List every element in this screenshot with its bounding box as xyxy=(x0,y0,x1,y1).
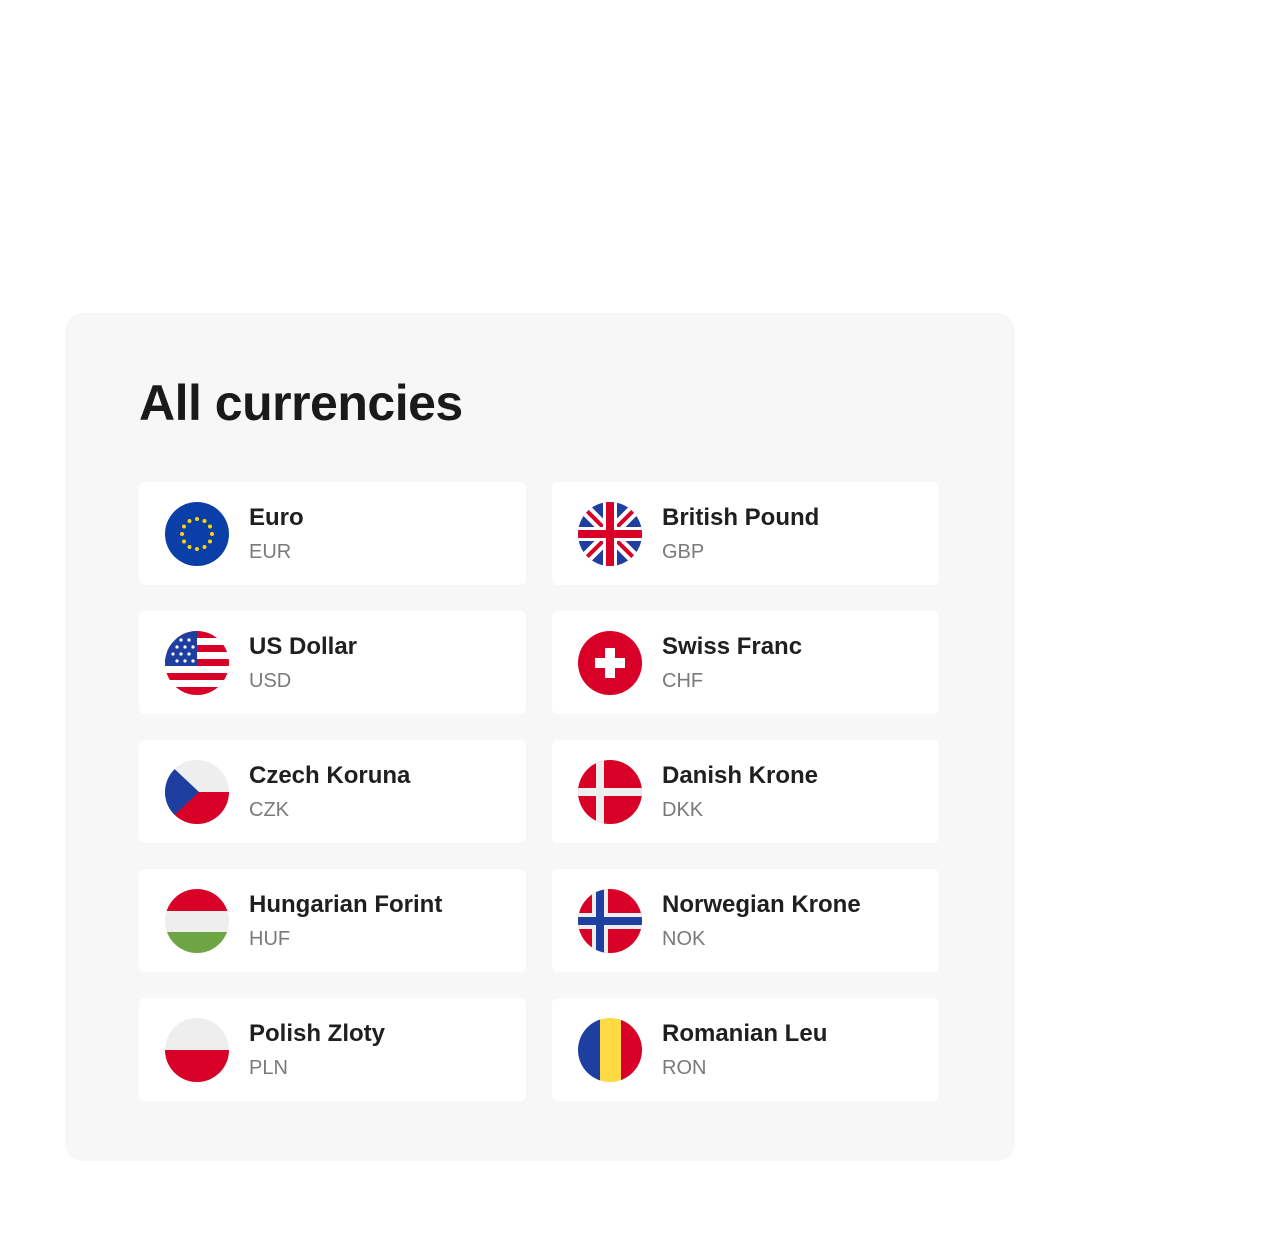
currency-name: Romanian Leu xyxy=(662,1019,828,1047)
currency-card-huf[interactable]: Hungarian Forint HUF xyxy=(139,869,526,972)
swiss-flag-icon xyxy=(578,630,642,695)
currency-card-pln[interactable]: Polish Zloty PLN xyxy=(139,998,526,1101)
currency-name: Swiss Franc xyxy=(662,632,803,660)
currency-card-czk[interactable]: Czech Koruna CZK xyxy=(139,740,526,843)
currency-code: NOK xyxy=(662,927,706,950)
currency-code: USD xyxy=(249,669,292,692)
currency-card-usd[interactable]: US Dollar USD xyxy=(139,611,526,714)
currency-card-eur[interactable]: Euro EUR xyxy=(139,482,526,585)
norwegian-flag-icon xyxy=(578,888,642,953)
currency-name: Euro xyxy=(249,503,304,531)
currency-code: CZK xyxy=(249,798,289,821)
currency-code: CHF xyxy=(662,669,704,692)
currency-card-chf[interactable]: Swiss Franc CHF xyxy=(552,611,939,714)
hungarian-flag-icon xyxy=(165,888,229,953)
romanian-flag-icon xyxy=(578,1017,642,1082)
polish-flag-icon xyxy=(165,1017,229,1082)
currency-code: EUR xyxy=(249,540,292,563)
currency-code: GBP xyxy=(662,540,705,563)
currency-name: Polish Zloty xyxy=(249,1019,386,1047)
currency-code: PLN xyxy=(249,1056,288,1079)
currency-card-ron[interactable]: Romanian Leu RON xyxy=(552,998,939,1101)
czech-flag-icon xyxy=(165,759,229,824)
currency-name: US Dollar xyxy=(249,632,358,660)
currency-card-dkk[interactable]: Danish Krone DKK xyxy=(552,740,939,843)
eu-flag-icon xyxy=(165,501,229,566)
currency-grid: Euro EUR British Pound GBP US Dollar USD… xyxy=(139,482,939,1101)
currency-name: Norwegian Krone xyxy=(662,890,861,918)
currency-code: DKK xyxy=(662,798,704,821)
uk-flag-icon xyxy=(578,501,642,566)
currency-name: Hungarian Forint xyxy=(249,890,443,918)
page-title: All currencies xyxy=(139,375,463,431)
currency-name: British Pound xyxy=(662,503,820,531)
us-flag-icon xyxy=(165,630,229,695)
currency-name: Danish Krone xyxy=(662,761,819,789)
currency-card-nok[interactable]: Norwegian Krone NOK xyxy=(552,869,939,972)
currency-name: Czech Koruna xyxy=(249,761,411,789)
currency-code: RON xyxy=(662,1056,707,1079)
currencies-panel: All currencies Euro EUR British Pound GB… xyxy=(65,313,1015,1161)
currency-code: HUF xyxy=(249,927,291,950)
danish-flag-icon xyxy=(578,759,642,824)
currency-card-gbp[interactable]: British Pound GBP xyxy=(552,482,939,585)
